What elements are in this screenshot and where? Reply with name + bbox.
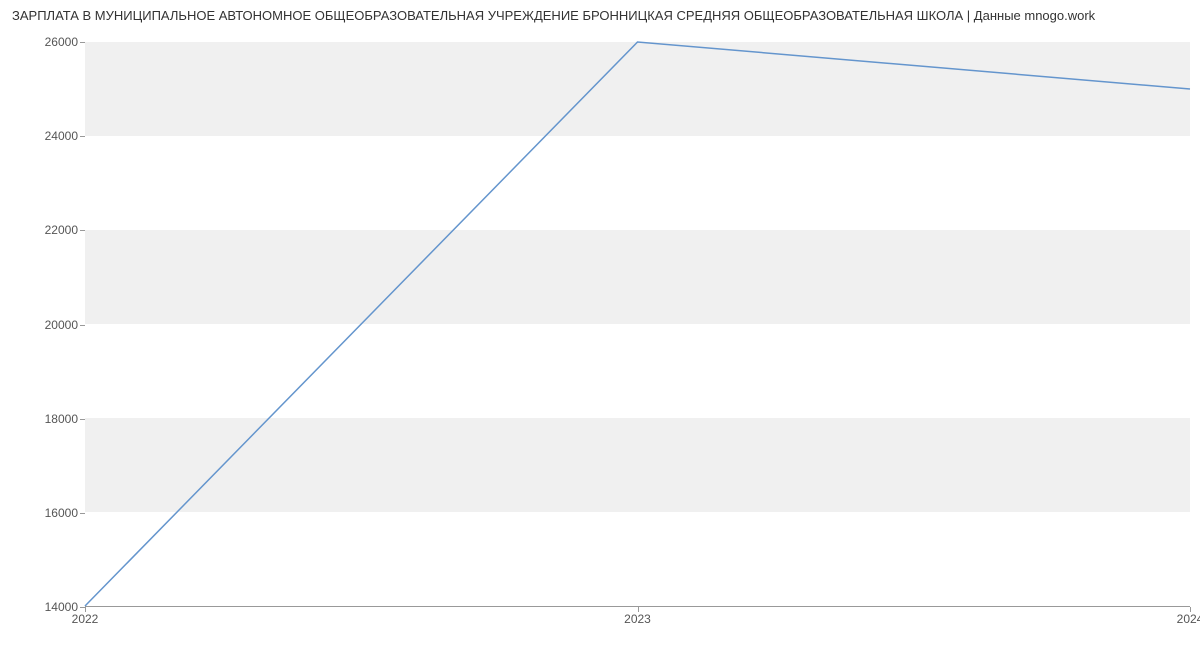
y-tick-label: 26000	[8, 35, 78, 49]
grid-bands	[85, 42, 1190, 512]
y-tick-mark	[80, 42, 85, 43]
x-tick-label: 2024	[1177, 612, 1200, 626]
x-tick-mark	[638, 607, 639, 612]
chart-container: 14000 16000 18000 20000 22000 24000 26000 2022 2…	[0, 27, 1200, 637]
y-tick-mark	[80, 325, 85, 326]
chart-svg	[85, 42, 1190, 606]
y-tick-label: 22000	[8, 223, 78, 237]
x-tick-mark	[85, 607, 86, 612]
y-tick-mark	[80, 419, 85, 420]
y-tick-label: 20000	[8, 318, 78, 332]
grid-band	[85, 418, 1190, 512]
grid-band	[85, 42, 1190, 136]
y-tick-mark	[80, 230, 85, 231]
plot-area	[85, 42, 1190, 607]
x-tick-label: 2023	[624, 612, 651, 626]
x-tick-label: 2022	[72, 612, 99, 626]
y-tick-label: 24000	[8, 129, 78, 143]
y-tick-label: 16000	[8, 506, 78, 520]
chart-title: ЗАРПЛАТА В МУНИЦИПАЛЬНОЕ АВТОНОМНОЕ ОБЩЕ…	[0, 0, 1200, 27]
y-tick-mark	[80, 136, 85, 137]
y-tick-label: 14000	[8, 600, 78, 614]
y-tick-mark	[80, 513, 85, 514]
y-tick-label: 18000	[8, 412, 78, 426]
x-tick-mark	[1190, 607, 1191, 612]
grid-band	[85, 230, 1190, 324]
